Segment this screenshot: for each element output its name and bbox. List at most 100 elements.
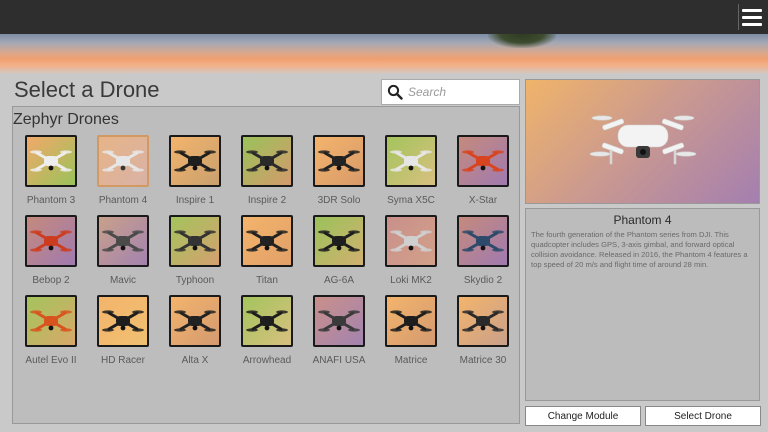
drone-name-label: Inspire 2 (247, 195, 287, 206)
drone-icon (30, 230, 72, 252)
drone-name-label: Matrice 30 (459, 355, 507, 366)
hamburger-menu-icon[interactable] (738, 4, 764, 30)
drone-tile[interactable]: Arrowhead (233, 295, 293, 367)
drone-icon (318, 150, 360, 172)
search-icon (382, 80, 408, 104)
drone-tile[interactable]: Skydio 2 (449, 215, 509, 287)
drone-icon (174, 150, 216, 172)
drone-name-label: Phantom 3 (26, 195, 76, 206)
tree-silhouette (488, 34, 556, 48)
drone-icon (174, 230, 216, 252)
drone-name-label: Alta X (181, 355, 209, 366)
drone-icon (462, 150, 504, 172)
drone-name-label: Syma X5C (387, 195, 435, 206)
drone-tile[interactable]: Syma X5C (377, 135, 437, 207)
top-bar (0, 0, 768, 34)
page-title: Select a Drone (14, 77, 160, 102)
drone-thumbnail (385, 215, 437, 267)
drone-thumbnail (241, 295, 293, 347)
drone-thumbnail (313, 295, 365, 347)
search-input[interactable] (408, 81, 516, 103)
drone-thumbnail (385, 295, 437, 347)
drone-name-label: Typhoon (175, 275, 215, 286)
drone-tile[interactable]: X-Star (449, 135, 509, 207)
drone-icon (102, 310, 144, 332)
drone-icon (390, 150, 432, 172)
drone-thumbnail (241, 215, 293, 267)
drone-thumbnail (169, 135, 221, 187)
select-drone-button[interactable]: Select Drone (645, 406, 761, 426)
drone-icon (246, 150, 288, 172)
drone-tile[interactable]: Loki MK2 (377, 215, 437, 287)
drone-list-panel: Zephyr Drones Phantom 3 Phantom 4 Inspire … (12, 106, 520, 424)
menu-line (742, 15, 762, 19)
drone-icon (318, 310, 360, 332)
drone-name-label: 3DR Solo (317, 195, 361, 206)
drone-info-description: The fourth generation of the Phantom ser… (531, 230, 748, 269)
drone-icon (174, 310, 216, 332)
drone-icon (462, 310, 504, 332)
drone-icon (30, 150, 72, 172)
drone-thumbnail (25, 295, 77, 347)
drone-tile[interactable]: HD Racer (89, 295, 149, 367)
drone-icon (462, 230, 504, 252)
drone-icon (390, 310, 432, 332)
drone-icon (390, 230, 432, 252)
drone-name-label: Loki MK2 (390, 275, 432, 286)
landscape-banner (0, 34, 768, 74)
drone-name-label: Titan (256, 275, 278, 286)
drone-name-label: Skydio 2 (463, 275, 503, 286)
drone-tile[interactable]: Autel Evo II (17, 295, 77, 367)
drone-thumbnail (25, 135, 77, 187)
drone-icon (246, 310, 288, 332)
drone-tile[interactable]: Matrice 30 (449, 295, 509, 367)
menu-line (742, 8, 762, 12)
drone-tile[interactable]: Inspire 2 (233, 135, 293, 207)
drone-name-label: HD Racer (101, 355, 145, 366)
drone-tile[interactable]: Phantom 4 (89, 135, 149, 207)
drone-tile[interactable]: Mavic (89, 215, 149, 287)
drone-name-label: Matrice (394, 355, 428, 366)
drone-name-label: Bebop 2 (32, 275, 70, 286)
drone-thumbnail (97, 135, 149, 187)
drone-tile[interactable]: Titan (233, 215, 293, 287)
drone-thumbnail (385, 135, 437, 187)
drone-tile[interactable]: Alta X (161, 295, 221, 367)
drone-tile[interactable]: AG-6A (305, 215, 365, 287)
drone-tile[interactable]: Bebop 2 (17, 215, 77, 287)
drone-thumbnail (241, 135, 293, 187)
drone-icon (102, 150, 144, 172)
drone-name-label: Mavic (109, 275, 137, 286)
drone-info-panel: Phantom 4 The fourth generation of the P… (525, 208, 760, 401)
drone-thumbnail (457, 135, 509, 187)
drone-thumbnail (457, 215, 509, 267)
search-box[interactable] (381, 79, 520, 105)
drone-tile[interactable]: Typhoon (161, 215, 221, 287)
drone-name-label: Autel Evo II (25, 355, 77, 366)
drone-thumbnail (97, 215, 149, 267)
drone-thumbnail (169, 215, 221, 267)
menu-line (742, 22, 762, 26)
drone-name-label: Phantom 4 (98, 195, 148, 206)
drone-name-label: Inspire 1 (175, 195, 215, 206)
drone-name-label: AG-6A (323, 275, 354, 286)
drone-thumbnail (457, 295, 509, 347)
drone-icon (30, 310, 72, 332)
drone-thumbnail (313, 215, 365, 267)
change-module-button[interactable]: Change Module (525, 406, 641, 426)
drone-thumbnail (313, 135, 365, 187)
drone-icon (246, 230, 288, 252)
drone-name-label: X-Star (468, 195, 498, 206)
phantom-drone-icon (589, 115, 697, 165)
drone-icon (102, 230, 144, 252)
drone-name-label: Arrowhead (242, 355, 292, 366)
drone-tile[interactable]: 3DR Solo (305, 135, 365, 207)
drone-tile[interactable]: Inspire 1 (161, 135, 221, 207)
drone-tile[interactable]: ANAFI USA (305, 295, 365, 367)
drone-icon (318, 230, 360, 252)
drone-tile[interactable]: Matrice (377, 295, 437, 367)
drone-preview-image (525, 79, 760, 204)
drone-info-title: Phantom 4 (613, 213, 672, 227)
drone-thumbnail (169, 295, 221, 347)
drone-tile[interactable]: Phantom 3 (17, 135, 77, 207)
